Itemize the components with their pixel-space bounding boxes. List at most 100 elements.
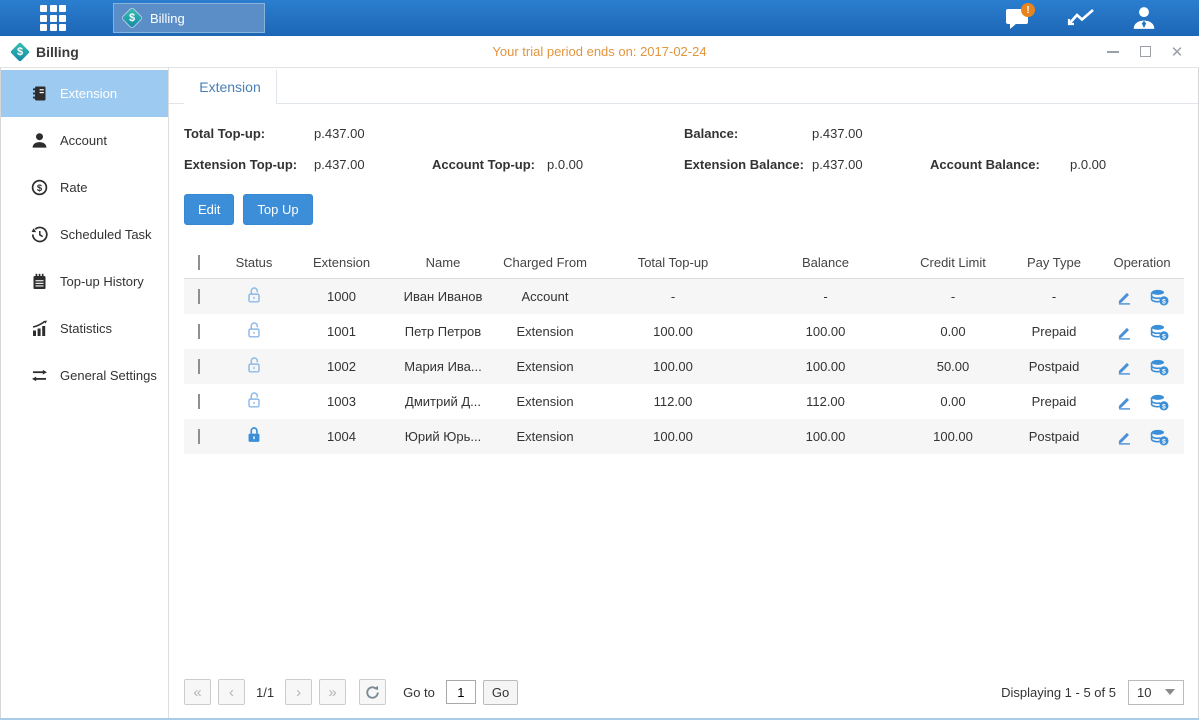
col-header-extension: Extension bbox=[294, 255, 389, 270]
user-account-icon[interactable] bbox=[1129, 3, 1159, 33]
col-header-charged-from: Charged From bbox=[497, 255, 593, 270]
sidebar-item-statistics[interactable]: Statistics bbox=[1, 305, 168, 352]
person-icon bbox=[31, 132, 48, 149]
close-button[interactable]: ✕ bbox=[1169, 44, 1185, 60]
lock-status-icon[interactable] bbox=[244, 390, 264, 410]
extension-balance-label: Extension Balance: bbox=[684, 157, 812, 172]
row-checkbox[interactable] bbox=[198, 359, 200, 374]
balance-cell: 100.00 bbox=[753, 429, 898, 444]
svg-text:$: $ bbox=[37, 183, 43, 194]
refresh-button[interactable] bbox=[359, 679, 386, 705]
total-topup-cell: 100.00 bbox=[593, 324, 753, 339]
sidebar-item-general-settings[interactable]: General Settings bbox=[1, 352, 168, 399]
charged-from-cell: Extension bbox=[497, 394, 593, 409]
row-checkbox[interactable] bbox=[198, 429, 200, 444]
top-up-row-icon[interactable]: $ bbox=[1150, 358, 1169, 376]
edit-row-icon[interactable] bbox=[1116, 428, 1132, 445]
taskbar: $ Billing ! bbox=[0, 0, 1199, 36]
taskbar-billing-tab[interactable]: $ Billing bbox=[113, 3, 265, 33]
edit-button[interactable]: Edit bbox=[184, 194, 234, 225]
edit-row-icon[interactable] bbox=[1116, 323, 1132, 340]
row-checkbox[interactable] bbox=[198, 289, 200, 304]
table-row: 1003 Дмитрий Д... Extension 112.00 112.0… bbox=[184, 384, 1184, 419]
billing-app-screen: $ Billing ! $ Billing Your trial period … bbox=[0, 0, 1199, 720]
sidebar-item-scheduled-task[interactable]: Scheduled Task bbox=[1, 211, 168, 258]
sliders-icon bbox=[31, 367, 48, 384]
page-size-value: 10 bbox=[1137, 685, 1151, 700]
charged-from-cell: Extension bbox=[497, 359, 593, 374]
account-topup-label: Account Top-up: bbox=[432, 157, 547, 172]
next-page-button[interactable]: › bbox=[285, 679, 312, 705]
name-cell: Иван Иванов bbox=[389, 289, 497, 304]
table-row: 1004 Юрий Юрь... Extension 100.00 100.00… bbox=[184, 419, 1184, 454]
top-up-row-icon[interactable]: $ bbox=[1150, 393, 1169, 411]
sidebar-item-label: Top-up History bbox=[60, 274, 144, 289]
sidebar-item-rate[interactable]: $ Rate bbox=[1, 164, 168, 211]
name-cell: Дмитрий Д... bbox=[389, 394, 497, 409]
lock-status-icon[interactable] bbox=[244, 285, 264, 305]
balance-cell: - bbox=[753, 289, 898, 304]
extension-cell: 1001 bbox=[294, 324, 389, 339]
prev-page-button[interactable]: ‹ bbox=[218, 679, 245, 705]
col-header-name: Name bbox=[389, 255, 497, 270]
sidebar-item-extension[interactable]: Extension bbox=[1, 70, 168, 117]
top-up-row-icon[interactable]: $ bbox=[1150, 428, 1169, 446]
balance-cell: 100.00 bbox=[753, 324, 898, 339]
total-topup-cell: 112.00 bbox=[593, 394, 753, 409]
top-up-row-icon[interactable]: $ bbox=[1150, 288, 1169, 306]
chevron-down-icon bbox=[1165, 689, 1175, 695]
lock-status-icon[interactable] bbox=[244, 355, 264, 375]
billing-app-icon: $ bbox=[122, 8, 142, 28]
minimize-button[interactable] bbox=[1105, 44, 1121, 60]
edit-row-icon[interactable] bbox=[1116, 393, 1132, 410]
displaying-text: Displaying 1 - 5 of 5 bbox=[1001, 685, 1116, 700]
ledger-icon bbox=[31, 85, 48, 102]
first-page-button[interactable]: « bbox=[184, 679, 211, 705]
name-cell: Петр Петров bbox=[389, 324, 497, 339]
col-header-balance: Balance bbox=[753, 255, 898, 270]
top-up-button[interactable]: Top Up bbox=[243, 194, 312, 225]
dollar-circle-icon: $ bbox=[31, 179, 48, 196]
goto-label: Go to bbox=[403, 685, 435, 700]
sidebar-item-topup-history[interactable]: Top-up History bbox=[1, 258, 168, 305]
trial-notice: Your trial period ends on: 2017-02-24 bbox=[0, 44, 1199, 59]
svg-text:$: $ bbox=[1162, 438, 1166, 445]
top-up-row-icon[interactable]: $ bbox=[1150, 323, 1169, 341]
lock-status-icon[interactable] bbox=[244, 320, 264, 340]
go-button[interactable]: Go bbox=[483, 680, 518, 705]
extension-topup-value: p.437.00 bbox=[314, 157, 432, 172]
reports-chart-icon[interactable] bbox=[1066, 3, 1096, 33]
select-all-checkbox[interactable] bbox=[198, 255, 200, 270]
summary-panel: Total Top-up:p.437.00 Balance:p.437.00 E… bbox=[184, 126, 1184, 172]
charged-from-cell: Extension bbox=[497, 429, 593, 444]
tab-extension[interactable]: Extension bbox=[184, 70, 277, 104]
pagination: « ‹ 1/1 › » Go to Go bbox=[184, 679, 518, 705]
total-topup-cell: 100.00 bbox=[593, 429, 753, 444]
balance-label: Balance: bbox=[684, 126, 812, 141]
pay-type-cell: Prepaid bbox=[1008, 324, 1100, 339]
edit-row-icon[interactable] bbox=[1116, 288, 1132, 305]
lock-status-icon[interactable] bbox=[244, 425, 264, 445]
stats-chart-icon bbox=[31, 320, 48, 337]
sidebar-item-account[interactable]: Account bbox=[1, 117, 168, 164]
balance-value: p.437.00 bbox=[812, 126, 863, 141]
page-size-select[interactable]: 10 bbox=[1128, 680, 1184, 705]
notifications-chat-icon[interactable]: ! bbox=[1003, 3, 1033, 33]
row-checkbox[interactable] bbox=[198, 394, 200, 409]
charged-from-cell: Extension bbox=[497, 324, 593, 339]
row-checkbox[interactable] bbox=[198, 324, 200, 339]
charged-from-cell: Account bbox=[497, 289, 593, 304]
credit-limit-cell: - bbox=[898, 289, 1008, 304]
goto-page-input[interactable] bbox=[446, 680, 476, 704]
account-topup-value: p.0.00 bbox=[547, 157, 583, 172]
extension-cell: 1003 bbox=[294, 394, 389, 409]
notepad-icon bbox=[31, 273, 48, 290]
notification-badge: ! bbox=[1021, 3, 1035, 17]
extension-cell: 1004 bbox=[294, 429, 389, 444]
extension-cell: 1002 bbox=[294, 359, 389, 374]
edit-row-icon[interactable] bbox=[1116, 358, 1132, 375]
maximize-button[interactable] bbox=[1137, 44, 1153, 60]
last-page-button[interactable]: » bbox=[319, 679, 346, 705]
app-launcher-icon[interactable] bbox=[40, 5, 66, 31]
action-buttons: Edit Top Up bbox=[184, 194, 1184, 225]
